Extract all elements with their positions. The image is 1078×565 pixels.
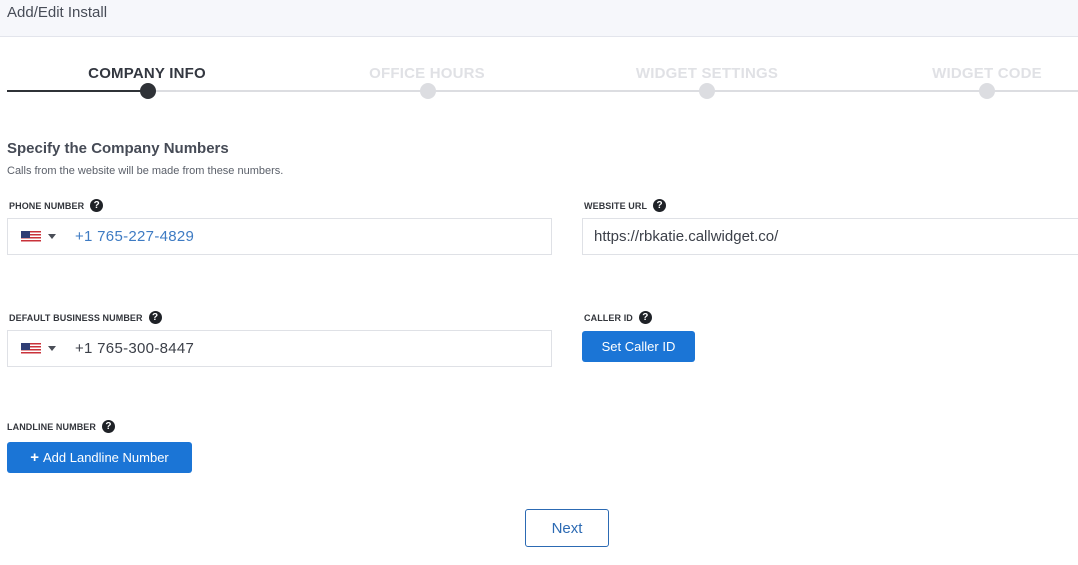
step-office-hours-label[interactable]: OFFICE HOURS: [369, 65, 485, 82]
step-company-info-dot[interactable]: [140, 83, 156, 99]
chevron-down-icon[interactable]: [48, 234, 56, 239]
page-header: Add/Edit Install: [0, 0, 1078, 37]
set-caller-id-button-label: Set Caller ID: [601, 339, 676, 354]
help-icon[interactable]: ?: [148, 311, 162, 324]
step-widget-settings-label[interactable]: WIDGET SETTINGS: [636, 65, 778, 82]
help-icon[interactable]: ?: [653, 199, 667, 212]
landline-number-label: LANDLINE NUMBER ?: [7, 420, 115, 433]
default-business-number-label-text: DEFAULT BUSINESS NUMBER: [9, 312, 143, 323]
wizard-stepper: COMPANY INFO OFFICE HOURS WIDGET SETTING…: [0, 60, 1078, 110]
add-landline-number-button[interactable]: + Add Landline Number: [7, 442, 192, 473]
website-url-input[interactable]: https://rbkatie.callwidget.co/: [582, 218, 1078, 255]
step-widget-code-label[interactable]: WIDGET CODE: [932, 65, 1042, 82]
step-company-info-label[interactable]: COMPANY INFO: [88, 65, 206, 82]
section-title: Specify the Company Numbers: [7, 140, 229, 157]
plus-icon: +: [30, 449, 39, 466]
phone-number-label: PHONE NUMBER ?: [9, 199, 104, 212]
step-widget-settings-dot[interactable]: [699, 83, 715, 99]
us-flag-icon[interactable]: [21, 230, 41, 243]
caller-id-label: CALLER ID ?: [584, 311, 652, 324]
help-icon[interactable]: ?: [102, 420, 115, 433]
stepper-progress: [7, 90, 148, 92]
phone-number-value[interactable]: +1 765-227-4829: [75, 228, 194, 245]
default-business-number-field[interactable]: +1 765-300-8447: [7, 330, 552, 367]
default-business-number-value[interactable]: +1 765-300-8447: [75, 340, 194, 357]
caller-id-label-text: CALLER ID: [584, 312, 633, 323]
help-icon[interactable]: ?: [90, 199, 104, 212]
chevron-down-icon[interactable]: [48, 346, 56, 351]
set-caller-id-button[interactable]: Set Caller ID: [582, 331, 695, 362]
stepper-track: [148, 90, 1078, 92]
help-icon[interactable]: ?: [638, 311, 652, 324]
website-url-label: WEBSITE URL ?: [584, 199, 667, 212]
next-button[interactable]: Next: [525, 509, 609, 547]
website-url-label-text: WEBSITE URL: [584, 200, 648, 211]
phone-number-field[interactable]: +1 765-227-4829: [7, 218, 552, 255]
step-office-hours-dot[interactable]: [420, 83, 436, 99]
next-button-label: Next: [551, 519, 583, 537]
section-subtitle: Calls from the website will be made from…: [7, 165, 284, 177]
page-title: Add/Edit Install: [7, 4, 108, 21]
landline-number-label-text: LANDLINE NUMBER: [7, 421, 96, 432]
default-business-number-label: DEFAULT BUSINESS NUMBER ?: [9, 311, 162, 324]
phone-number-label-text: PHONE NUMBER: [9, 200, 85, 211]
add-landline-number-button-label: Add Landline Number: [43, 450, 169, 465]
us-flag-icon[interactable]: [21, 342, 41, 355]
website-url-value[interactable]: https://rbkatie.callwidget.co/: [594, 228, 778, 245]
step-widget-code-dot[interactable]: [979, 83, 995, 99]
